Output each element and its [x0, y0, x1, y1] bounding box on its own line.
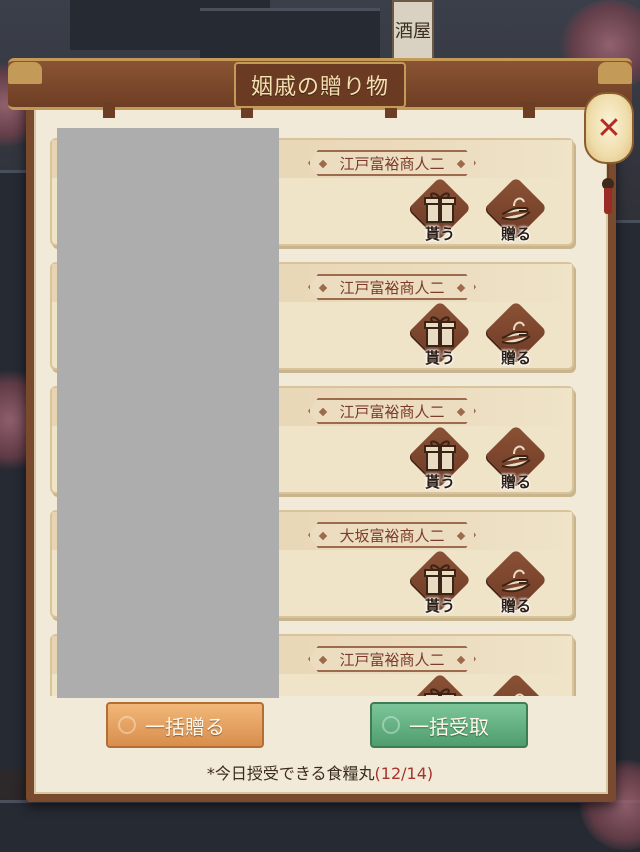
give-gift-button[interactable]: 贈る — [484, 176, 548, 244]
background-roof — [612, 220, 640, 780]
give-gift-button[interactable]: 贈る — [484, 548, 548, 616]
header-notch — [103, 102, 115, 118]
receive-label: 貰う — [424, 473, 455, 491]
close-button[interactable]: ✕ — [584, 92, 634, 164]
button-ornament-icon — [118, 716, 136, 734]
rank-label: 江戸富裕商人二 — [339, 650, 445, 669]
give-label: 贈る — [500, 597, 531, 615]
offering-hand-icon — [500, 562, 532, 596]
rank-label: 江戸富裕商人二 — [339, 154, 445, 173]
rank-tag: 江戸富裕商人二 — [308, 150, 476, 176]
give-label: 贈る — [500, 473, 531, 491]
daily-limit-count: (12/14) — [374, 764, 434, 783]
gift-box-icon — [424, 190, 456, 224]
receive-all-label: 一括受取 — [409, 714, 489, 739]
give-label: 贈る — [500, 349, 531, 367]
gift-box-icon — [424, 438, 456, 472]
receive-gift-button[interactable]: 貰う — [408, 672, 472, 696]
lantern-tassel-icon — [600, 164, 616, 214]
rank-tag: 江戸富裕商人二 — [308, 274, 476, 300]
offering-hand-icon — [500, 438, 532, 472]
header-notch — [523, 102, 535, 118]
give-gift-button[interactable]: 贈る — [484, 424, 548, 492]
dialog-title-plate: 姻戚の贈り物 — [234, 62, 406, 108]
gift-box-icon — [424, 562, 456, 596]
redacted-region — [57, 128, 279, 698]
rank-label: 江戸富裕商人二 — [339, 278, 445, 297]
give-gift-button[interactable]: 贈る — [484, 300, 548, 368]
receive-gift-button[interactable]: 貰う — [408, 176, 472, 244]
header-ornament — [8, 62, 42, 84]
sake-shop-sign: 酒屋 — [392, 0, 434, 64]
rank-label: 江戸富裕商人二 — [339, 402, 445, 421]
gift-box-icon — [424, 686, 456, 696]
receive-all-button[interactable]: 一括受取 — [370, 702, 528, 748]
daily-limit-note: *今日授受できる食糧丸(12/14) — [0, 760, 640, 784]
daily-limit-text: *今日授受できる食糧丸 — [206, 764, 375, 783]
receive-label: 貰う — [424, 597, 455, 615]
background-roof — [200, 8, 380, 64]
rank-tag: 江戸富裕商人二 — [308, 398, 476, 424]
receive-label: 貰う — [424, 349, 455, 367]
rank-tag: 大坂富裕商人二 — [308, 522, 476, 548]
rank-label: 大坂富裕商人二 — [339, 526, 445, 545]
offering-hand-icon — [500, 190, 532, 224]
give-gift-button[interactable]: 贈る — [484, 672, 548, 696]
receive-label: 貰う — [424, 225, 455, 243]
rank-tag: 江戸富裕商人二 — [308, 646, 476, 672]
offering-hand-icon — [500, 686, 532, 696]
gift-all-button[interactable]: 一括贈る — [106, 702, 264, 748]
background-roof — [0, 800, 640, 852]
gift-box-icon — [424, 314, 456, 348]
receive-gift-button[interactable]: 貰う — [408, 548, 472, 616]
gift-all-label: 一括贈る — [145, 714, 225, 739]
button-ornament-icon — [382, 716, 400, 734]
dialog-title: 姻戚の贈り物 — [250, 75, 389, 100]
close-icon: ✕ — [596, 110, 622, 146]
offering-hand-icon — [500, 314, 532, 348]
give-label: 贈る — [500, 225, 531, 243]
receive-gift-button[interactable]: 貰う — [408, 424, 472, 492]
header-ornament — [598, 62, 632, 84]
receive-gift-button[interactable]: 貰う — [408, 300, 472, 368]
